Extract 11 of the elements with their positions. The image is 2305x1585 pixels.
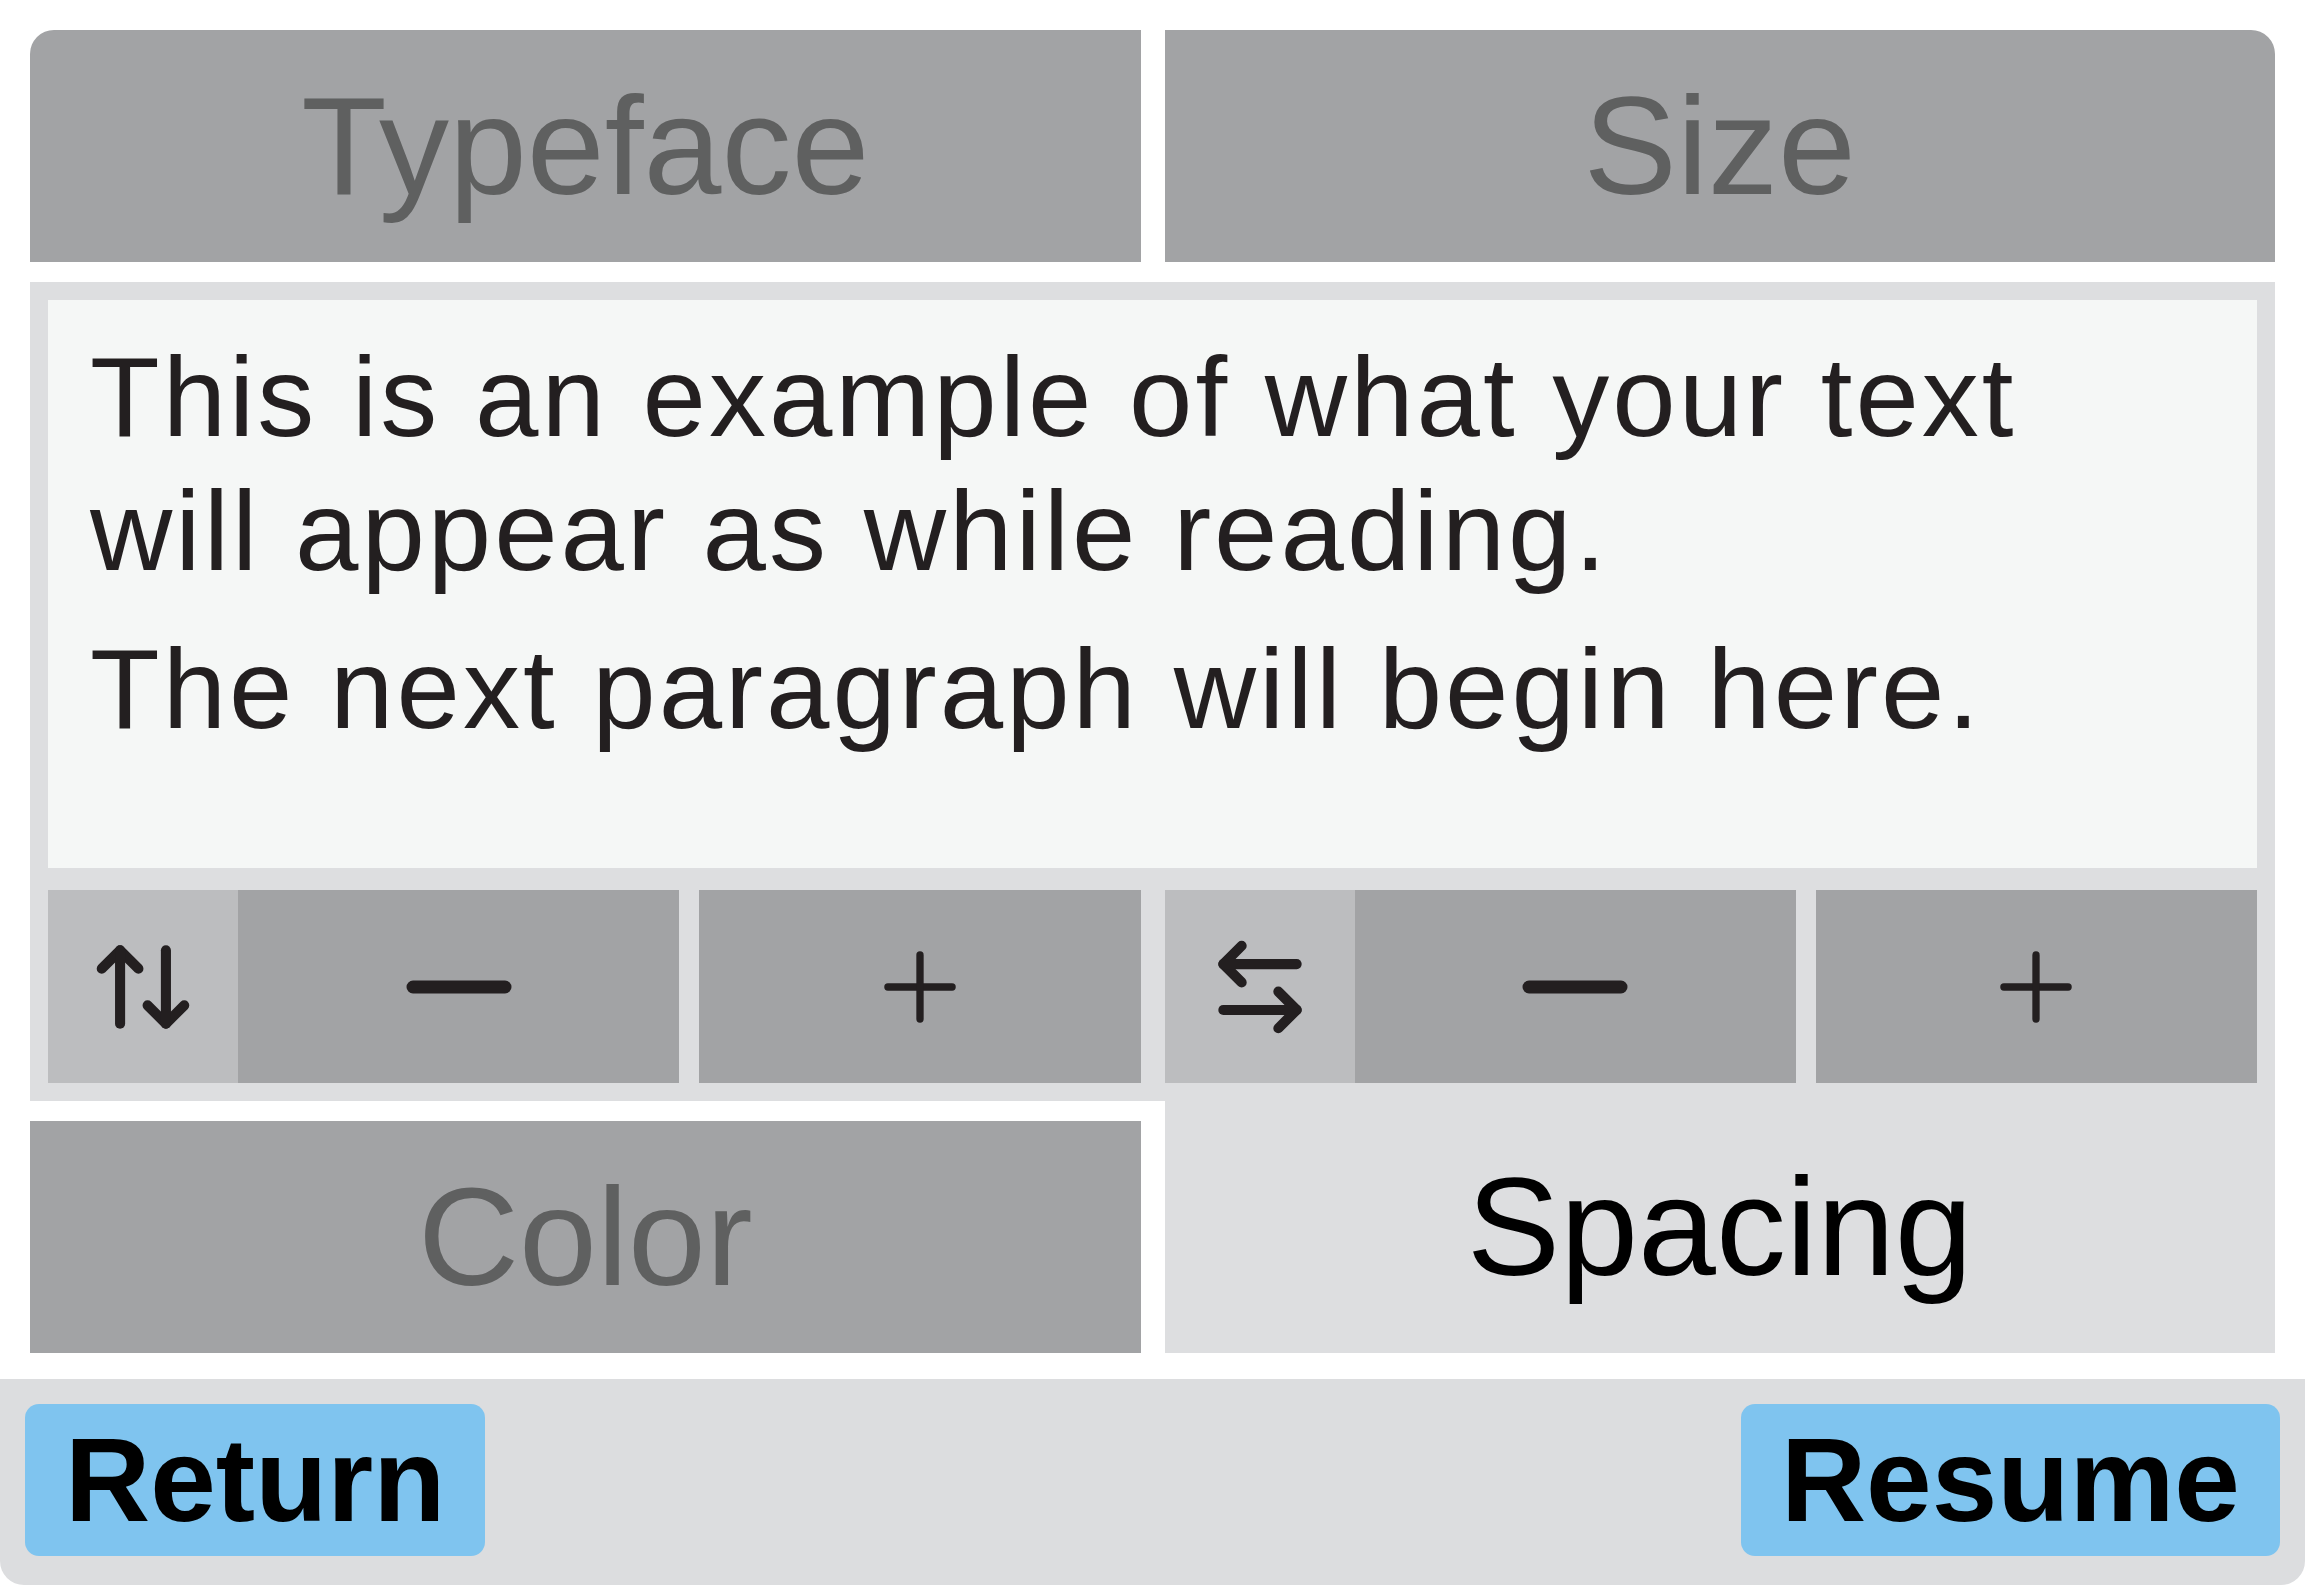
- preview-paragraph: The next paragraph will begin here.: [90, 624, 1984, 754]
- increase-button[interactable]: [1815, 890, 2257, 1083]
- minus-icon: [1522, 979, 1629, 994]
- footer-button[interactable]: Return: [25, 1404, 486, 1556]
- tab[interactable]: Spacing: [1164, 1101, 2275, 1353]
- minus-icon: [405, 979, 512, 994]
- decrease-button[interactable]: [1354, 890, 1796, 1083]
- decrease-button[interactable]: [238, 890, 680, 1083]
- increase-button[interactable]: [699, 890, 1141, 1083]
- preview-paragraph: This is an example of what your text will appear as while reading.: [90, 332, 2018, 596]
- footer-button[interactable]: Resume: [1740, 1404, 2280, 1556]
